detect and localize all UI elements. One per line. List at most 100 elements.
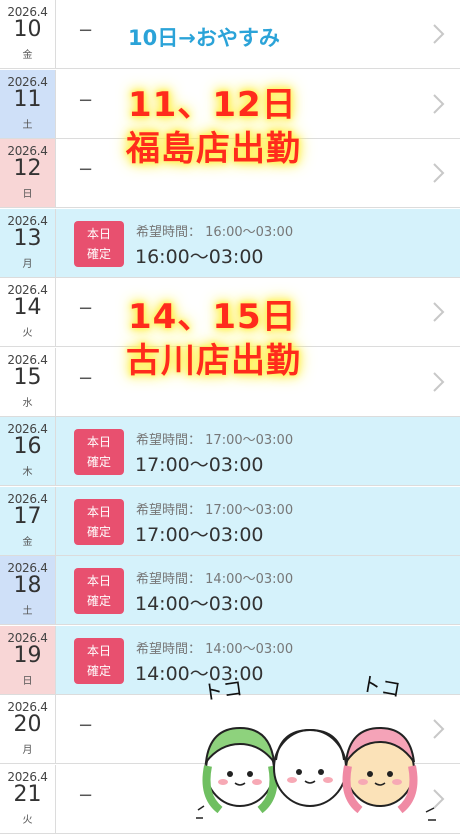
character-sticker: トコ トコ <box>196 671 436 821</box>
date-weekday: 金 <box>22 537 33 548</box>
fukushima-dates-text: 11、12日 <box>128 85 297 125</box>
badge-today: 本日 <box>86 644 111 658</box>
date-weekday: 日 <box>22 189 33 200</box>
no-shift-dash: − <box>78 20 94 41</box>
furukawa-dates-note: 14、15日 <box>128 296 297 338</box>
no-shift-dash: − <box>78 715 94 736</box>
requested-time-label: 希望時間： <box>136 572 202 587</box>
badge-today: 本日 <box>86 435 111 449</box>
date-weekday: 火 <box>22 815 33 826</box>
chevron-right-icon <box>433 163 445 183</box>
pink-character <box>342 726 418 814</box>
date-day: 12 <box>13 156 42 181</box>
requested-time: 希望時間： 14:00〜03:00 <box>136 638 293 657</box>
chevron-right-icon <box>433 372 445 392</box>
confirmed-time: 14:00〜03:00 <box>135 593 264 615</box>
date-day: 17 <box>13 504 42 529</box>
badge-today: 本日 <box>86 505 111 519</box>
white-character <box>273 728 347 807</box>
date-day: 10 <box>13 17 42 42</box>
date-day: 19 <box>13 643 42 668</box>
confirmed-badge: 本日 確定 <box>74 429 124 475</box>
confirmed-badge: 本日 確定 <box>74 638 124 684</box>
requested-time: 希望時間： 17:00〜03:00 <box>136 429 293 448</box>
date-weekday: 月 <box>22 745 33 756</box>
chevron-right-icon <box>433 302 445 322</box>
badge-confirmed: 確定 <box>86 525 111 539</box>
requested-time: 希望時間： 14:00〜03:00 <box>136 568 293 587</box>
chevron-right-icon <box>433 24 445 44</box>
fukushima-shop-note: 福島店出勤 <box>126 128 301 170</box>
date-weekday: 水 <box>22 398 33 409</box>
requested-time-label: 希望時間： <box>136 503 202 518</box>
date-day: 11 <box>13 87 42 112</box>
date-cell: 2026.4 20 月 <box>0 695 56 763</box>
date-cell: 2026.4 11 土 <box>0 70 56 138</box>
no-shift-dash: − <box>78 90 94 111</box>
badge-confirmed: 確定 <box>86 664 111 678</box>
date-day: 18 <box>13 573 42 598</box>
date-cell: 2026.4 19 日 <box>0 626 56 694</box>
date-cell: 2026.4 16 木 <box>0 417 56 485</box>
badge-today: 本日 <box>86 227 111 241</box>
date-weekday: 金 <box>22 50 33 61</box>
requested-time: 希望時間： 16:00〜03:00 <box>136 221 293 240</box>
date-cell: 2026.4 14 火 <box>0 278 56 346</box>
requested-time-label: 希望時間： <box>136 642 202 657</box>
fukushima-shop-text: 福島店出勤 <box>126 129 301 169</box>
requested-time-value: 16:00〜03:00 <box>205 225 294 240</box>
badge-confirmed: 確定 <box>86 594 111 608</box>
chevron-right-icon <box>433 94 445 114</box>
furukawa-shop-text: 古川店出勤 <box>126 341 301 381</box>
confirmed-badge: 本日 確定 <box>74 568 124 614</box>
rest-note: 10日→おやすみ <box>128 26 280 50</box>
confirmed-badge: 本日 確定 <box>74 221 124 267</box>
date-weekday: 月 <box>22 259 33 270</box>
date-cell: 2026.4 10 金 <box>0 0 56 68</box>
no-shift-dash: − <box>78 159 94 180</box>
date-cell: 2026.4 13 月 <box>0 209 56 277</box>
date-weekday: 日 <box>22 676 33 687</box>
schedule-row[interactable]: 2026.4 16 木本日 確定 希望時間： 17:00〜03:00 17:00〜03:0… <box>0 417 460 486</box>
date-day: 20 <box>13 712 42 737</box>
date-day: 15 <box>13 365 42 390</box>
requested-time-value: 14:00〜03:00 <box>205 572 294 587</box>
sticker-toko-left: トコ <box>201 676 244 705</box>
date-cell: 2026.4 17 金 <box>0 487 56 555</box>
date-day: 14 <box>13 295 42 320</box>
requested-time-value: 14:00〜03:00 <box>205 642 294 657</box>
date-weekday: 火 <box>22 328 33 339</box>
date-day: 21 <box>13 782 42 807</box>
requested-time: 希望時間： 17:00〜03:00 <box>136 499 293 518</box>
schedule-row[interactable]: 2026.4 13 月本日 確定 希望時間： 16:00〜03:00 16:00〜03:0… <box>0 209 460 278</box>
no-shift-dash: − <box>78 785 94 806</box>
date-day: 13 <box>13 226 42 251</box>
no-shift-dash: − <box>78 368 94 389</box>
sticker-toko-right: トコ <box>359 671 403 702</box>
confirmed-time: 16:00〜03:00 <box>135 246 264 268</box>
badge-confirmed: 確定 <box>86 247 111 261</box>
requested-time-label: 希望時間： <box>136 433 202 448</box>
date-cell: 2026.4 12 日 <box>0 139 56 207</box>
schedule-row[interactable]: 2026.4 17 金本日 確定 希望時間： 17:00〜03:00 17:00〜03:0… <box>0 487 460 556</box>
requested-time-label: 希望時間： <box>136 225 202 240</box>
date-cell: 2026.4 15 水 <box>0 348 56 416</box>
date-cell: 2026.4 18 土 <box>0 556 56 624</box>
requested-time-value: 17:00〜03:00 <box>205 433 294 448</box>
badge-confirmed: 確定 <box>86 455 111 469</box>
confirmed-time: 17:00〜03:00 <box>135 524 264 546</box>
confirmed-time: 17:00〜03:00 <box>135 454 264 476</box>
confirmed-badge: 本日 確定 <box>74 499 124 545</box>
requested-time-value: 17:00〜03:00 <box>205 503 294 518</box>
date-weekday: 木 <box>22 467 33 478</box>
fukushima-dates-note: 11、12日 <box>128 84 297 126</box>
badge-today: 本日 <box>86 574 111 588</box>
date-weekday: 土 <box>22 606 33 617</box>
furukawa-shop-note: 古川店出勤 <box>126 340 301 382</box>
date-day: 16 <box>13 434 42 459</box>
green-character <box>202 726 278 814</box>
date-cell: 2026.4 21 火 <box>0 765 56 833</box>
no-shift-dash: − <box>78 298 94 319</box>
schedule-row[interactable]: 2026.4 18 土本日 確定 希望時間： 14:00〜03:00 14:00〜03:0… <box>0 556 460 625</box>
furukawa-dates-text: 14、15日 <box>128 297 297 337</box>
